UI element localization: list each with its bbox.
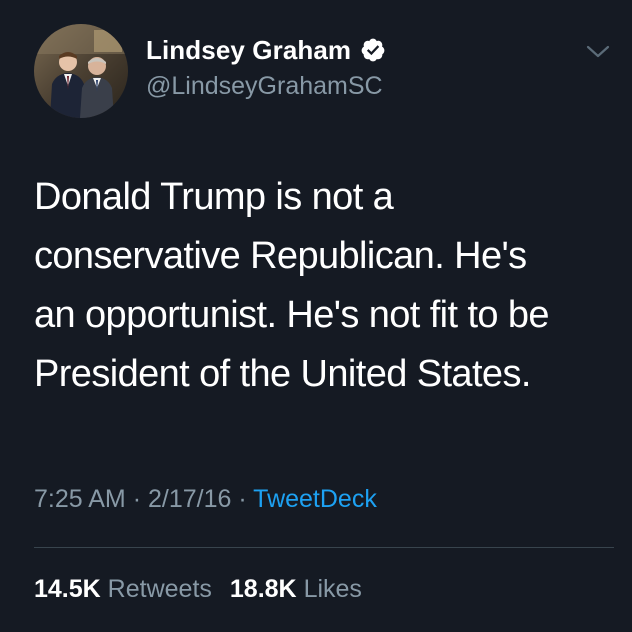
tweet-text-line: conservative Republican. He's bbox=[34, 235, 527, 277]
meta-separator: · bbox=[238, 485, 247, 513]
tweet-date[interactable]: 2/17/16 bbox=[148, 485, 231, 513]
handle[interactable]: @LindseyGrahamSC bbox=[146, 72, 383, 101]
chevron-down-icon[interactable] bbox=[585, 42, 611, 62]
author-name-row[interactable]: Lindsey Graham bbox=[146, 33, 386, 67]
retweets-count: 14.5K bbox=[34, 575, 101, 603]
retweets-label: Retweets bbox=[107, 575, 212, 603]
tweet-text-line: President of the United States. bbox=[34, 353, 531, 395]
avatar[interactable] bbox=[34, 24, 128, 118]
retweets-stat[interactable]: 14.5K Retweets bbox=[34, 575, 212, 603]
divider bbox=[34, 547, 614, 548]
avatar-photo bbox=[34, 24, 128, 118]
tweet-time[interactable]: 7:25 AM bbox=[34, 485, 126, 513]
verified-badge-icon bbox=[361, 38, 385, 62]
likes-count: 18.8K bbox=[229, 575, 297, 603]
tweet-text-line: Donald Trump is not a bbox=[34, 176, 394, 218]
meta-separator: · bbox=[132, 485, 142, 513]
likes-label: Likes bbox=[303, 575, 362, 603]
display-name[interactable]: Lindsey Graham bbox=[146, 35, 351, 66]
tweet-stats: 14.5K Retweets 18.8K Likes bbox=[34, 575, 362, 604]
tweet-text: Donald Trump is not a conservative Repub… bbox=[34, 168, 614, 404]
likes-stat[interactable]: 18.8K Likes bbox=[230, 575, 362, 603]
tweet-card: Lindsey Graham @LindseyGrahamSC Donald T… bbox=[0, 0, 632, 632]
tweet-client-link[interactable]: TweetDeck bbox=[253, 485, 377, 513]
tweet-text-line: an opportunist. He's not fit to be bbox=[34, 294, 550, 336]
tweet-metadata: 7:25 AM · 2/17/16 · TweetDeck bbox=[34, 485, 377, 514]
